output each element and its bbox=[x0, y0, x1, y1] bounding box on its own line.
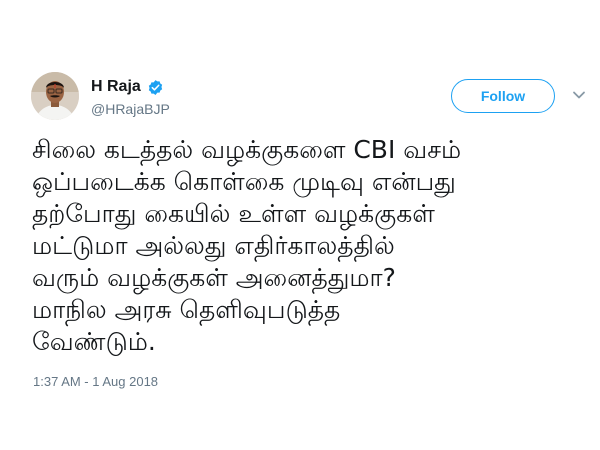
avatar[interactable] bbox=[31, 72, 79, 120]
follow-button[interactable]: Follow bbox=[451, 79, 555, 113]
tweet-text: சிலை கடத்தல் வழக்குகளை CBI வசம் ஒப்படைக்… bbox=[32, 135, 462, 356]
chevron-down-icon[interactable] bbox=[572, 88, 586, 102]
profile-photo-icon bbox=[31, 72, 79, 120]
author-handle[interactable]: @HRajaBJP bbox=[91, 101, 170, 117]
author-name-row: H Raja bbox=[91, 78, 164, 96]
display-name[interactable]: H Raja bbox=[91, 78, 141, 96]
verified-badge-icon bbox=[148, 79, 162, 95]
tweet-timestamp[interactable]: 1:37 AM - 1 Aug 2018 bbox=[33, 374, 158, 389]
tweet-card: H Raja @HRajaBJP Follow சிலை கடத்தல் வழக… bbox=[0, 0, 600, 450]
